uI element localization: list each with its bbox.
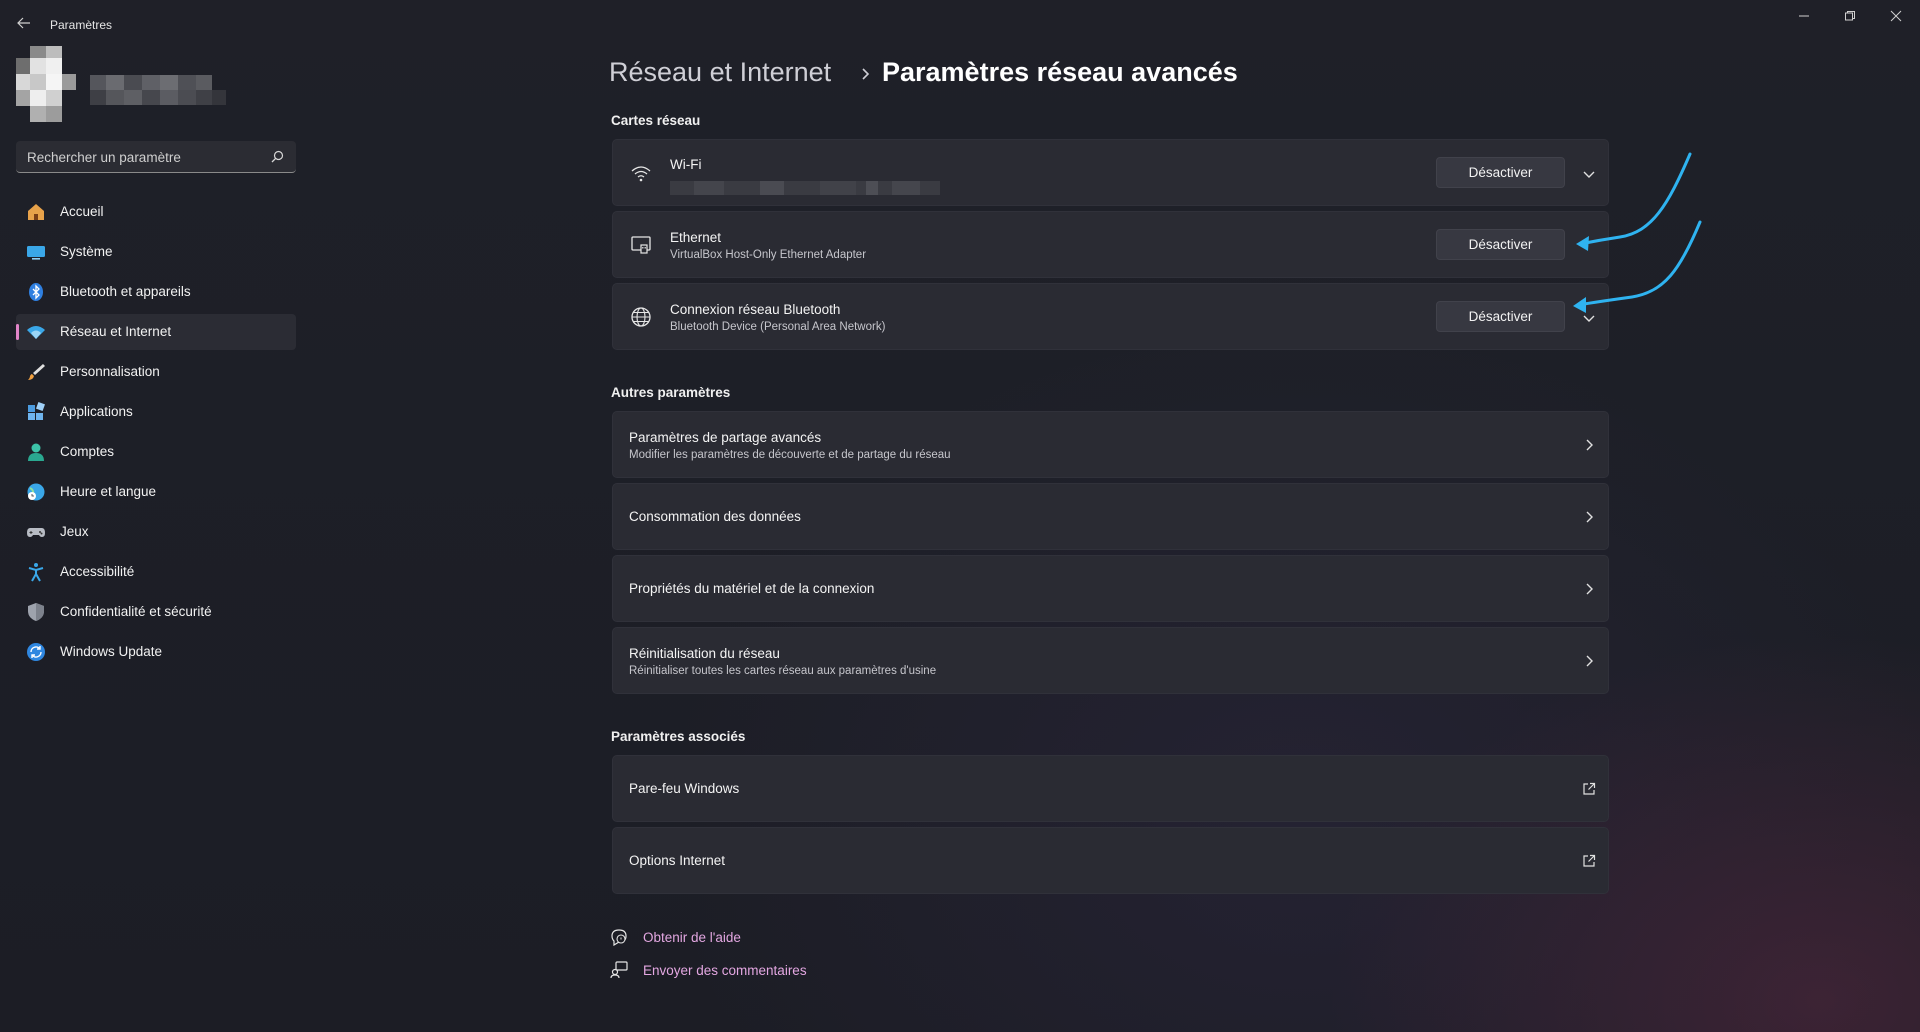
- sidebar-item-label: Réseau et Internet: [60, 324, 172, 339]
- home-icon: [26, 202, 46, 222]
- minimize-icon[interactable]: [1782, 6, 1826, 26]
- chevron-right-icon: [1582, 582, 1596, 596]
- username-redacted: [90, 75, 226, 105]
- get-help-link[interactable]: Obtenir de l'aide: [643, 930, 741, 945]
- app-title: Paramètres: [50, 18, 113, 32]
- search-input[interactable]: Rechercher un paramètre: [16, 141, 296, 173]
- sidebar-item-label: Jeux: [60, 524, 89, 539]
- wifi-icon: [26, 322, 46, 342]
- sidebar-item-reseau[interactable]: Réseau et Internet: [16, 314, 296, 350]
- sidebar-item-windows-update[interactable]: Windows Update: [16, 634, 296, 670]
- globe-icon: [630, 306, 652, 328]
- chevron-right-icon: [1582, 654, 1596, 668]
- external-link-icon: [1582, 782, 1596, 796]
- sidebar-item-bluetooth[interactable]: Bluetooth et appareils: [16, 274, 296, 310]
- related-title: Pare-feu Windows: [629, 781, 740, 796]
- ethernet-icon: [630, 234, 652, 256]
- wifi-icon: [630, 162, 652, 184]
- sidebar-item-label: Accessibilité: [60, 564, 135, 579]
- adapter-description-redacted: [670, 181, 940, 195]
- adapter-description: VirtualBox Host-Only Ethernet Adapter: [670, 249, 867, 261]
- bluetooth-icon: [26, 282, 46, 302]
- sidebar-item-personnalisation[interactable]: Personnalisation: [16, 354, 296, 390]
- sidebar-item-accessibilite[interactable]: Accessibilité: [16, 554, 296, 590]
- feedback-icon: [610, 961, 628, 979]
- sidebar-item-label: Windows Update: [60, 644, 163, 659]
- help-icon: [610, 928, 628, 947]
- brush-icon: [26, 362, 46, 382]
- adapter-card-bluetooth[interactable]: Connexion réseau Bluetooth Bluetooth Dev…: [612, 283, 1609, 350]
- adapter-description: Bluetooth Device (Personal Area Network): [670, 321, 886, 333]
- avatar[interactable]: [16, 46, 76, 122]
- active-indicator: [16, 324, 19, 340]
- chevron-right-icon: [1582, 510, 1596, 524]
- maximize-icon[interactable]: [1828, 6, 1872, 26]
- sidebar-item-label: Heure et langue: [60, 484, 157, 499]
- section-heading-other: Autres paramètres: [611, 385, 731, 400]
- setting-subtitle: Réinitialiser toutes les cartes réseau a…: [629, 665, 937, 677]
- sidebar-item-heure-langue[interactable]: Heure et langue: [16, 474, 296, 510]
- section-heading-related: Paramètres associés: [611, 729, 746, 744]
- display-icon: [26, 242, 46, 262]
- chevron-right-icon: [1582, 438, 1596, 452]
- send-feedback-link[interactable]: Envoyer des commentaires: [643, 963, 807, 978]
- setting-hardware-properties[interactable]: Propriétés du matériel et de la connexio…: [612, 555, 1609, 622]
- chevron-right-icon: [858, 67, 872, 81]
- external-link-icon: [1582, 854, 1596, 868]
- person-icon: [26, 442, 46, 462]
- sidebar-item-label: Personnalisation: [60, 364, 160, 379]
- related-internet-options[interactable]: Options Internet: [612, 827, 1609, 894]
- disable-ethernet-button[interactable]: Désactiver: [1436, 229, 1565, 260]
- sidebar-item-label: Système: [60, 244, 113, 259]
- disable-wifi-button[interactable]: Désactiver: [1436, 157, 1565, 188]
- setting-title: Consommation des données: [629, 509, 801, 524]
- section-heading-adapters: Cartes réseau: [611, 113, 701, 128]
- gamepad-icon: [26, 522, 46, 542]
- setting-title: Paramètres de partage avancés: [629, 430, 822, 445]
- related-firewall[interactable]: Pare-feu Windows: [612, 755, 1609, 822]
- apps-icon: [26, 402, 46, 422]
- page-title: Paramètres réseau avancés: [882, 57, 1238, 87]
- chevron-down-icon[interactable]: [1582, 167, 1596, 181]
- adapter-card-wifi[interactable]: Wi-Fi Désactiver: [612, 139, 1609, 206]
- disable-bluetooth-network-button[interactable]: Désactiver: [1436, 301, 1565, 332]
- sidebar-item-label: Applications: [60, 404, 133, 419]
- setting-data-usage[interactable]: Consommation des données: [612, 483, 1609, 550]
- sidebar-item-confidentialite[interactable]: Confidentialité et sécurité: [16, 594, 296, 630]
- title-bar: Paramètres: [0, 0, 1920, 48]
- chevron-down-icon[interactable]: [1582, 311, 1596, 325]
- breadcrumb-parent[interactable]: Réseau et Internet: [609, 57, 831, 88]
- back-arrow-icon[interactable]: [14, 13, 34, 33]
- adapter-name: Ethernet: [670, 230, 722, 245]
- close-icon[interactable]: [1874, 6, 1918, 26]
- setting-network-reset[interactable]: Réinitialisation du réseau Réinitialiser…: [612, 627, 1609, 694]
- sidebar-item-label: Bluetooth et appareils: [60, 284, 191, 299]
- sidebar-item-accueil[interactable]: Accueil: [16, 194, 296, 230]
- search-icon[interactable]: [270, 149, 285, 164]
- setting-title: Propriétés du matériel et de la connexio…: [629, 581, 875, 596]
- sidebar-item-comptes[interactable]: Comptes: [16, 434, 296, 470]
- related-title: Options Internet: [629, 853, 726, 868]
- shield-icon: [26, 602, 46, 622]
- search-placeholder: Rechercher un paramètre: [27, 150, 181, 165]
- sidebar-item-label: Comptes: [60, 444, 115, 459]
- sidebar-nav: Accueil Système Bluetooth et appareils R…: [16, 194, 296, 674]
- accessibility-icon: [26, 562, 46, 582]
- sidebar-item-label: Accueil: [60, 204, 104, 219]
- sidebar-item-jeux[interactable]: Jeux: [16, 514, 296, 550]
- sidebar-item-systeme[interactable]: Système: [16, 234, 296, 270]
- setting-title: Réinitialisation du réseau: [629, 646, 780, 661]
- setting-subtitle: Modifier les paramètres de découverte et…: [629, 449, 951, 461]
- sidebar-item-applications[interactable]: Applications: [16, 394, 296, 430]
- adapter-name: Wi-Fi: [670, 157, 702, 172]
- setting-advanced-sharing[interactable]: Paramètres de partage avancés Modifier l…: [612, 411, 1609, 478]
- globe-clock-icon: [26, 482, 46, 502]
- sidebar-item-label: Confidentialité et sécurité: [60, 604, 212, 619]
- update-icon: [26, 642, 46, 662]
- adapter-card-ethernet[interactable]: Ethernet VirtualBox Host-Only Ethernet A…: [612, 211, 1609, 278]
- adapter-name: Connexion réseau Bluetooth: [670, 302, 841, 317]
